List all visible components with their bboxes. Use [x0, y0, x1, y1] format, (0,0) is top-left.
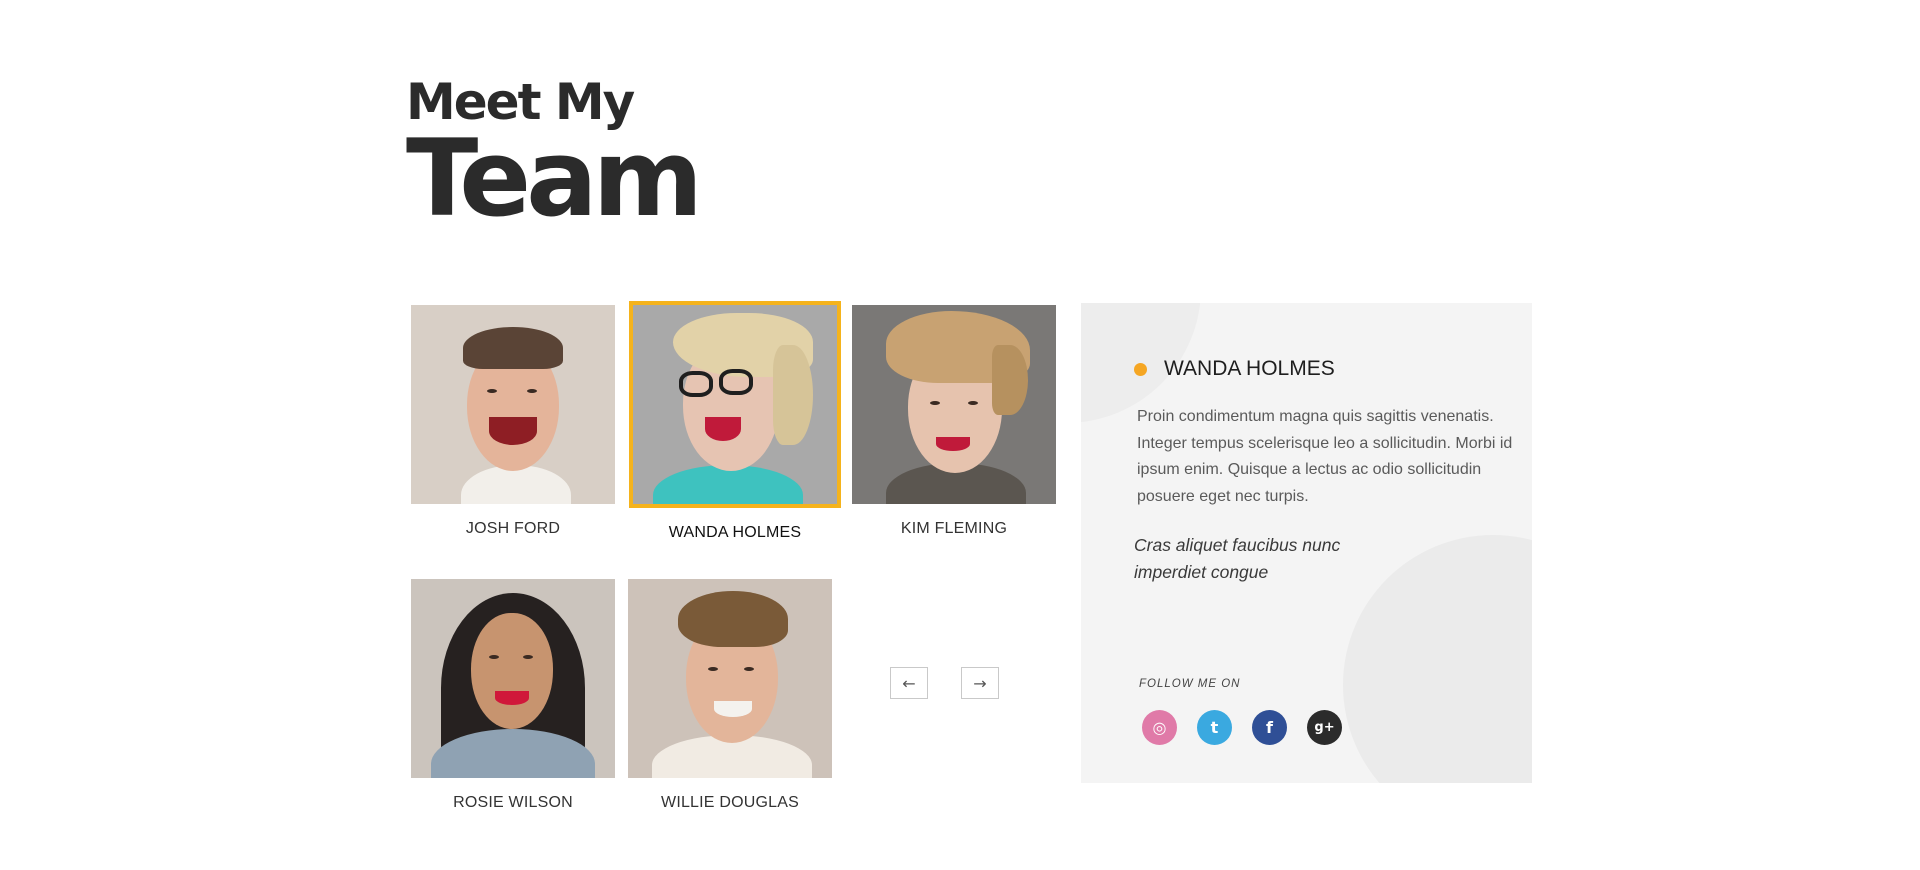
team-member-rosie-wilson[interactable]: ROSIE WILSON: [411, 579, 615, 812]
member-photo[interactable]: [411, 305, 615, 504]
follow-label: FOLLOW ME ON: [1139, 678, 1241, 690]
detail-member-name: WANDA HOLMES: [1164, 357, 1335, 380]
bullet-dot-icon: [1134, 362, 1147, 376]
detail-title: WANDA HOLMES: [1134, 357, 1335, 381]
team-member-willie-douglas[interactable]: WILLIE DOUGLAS: [628, 579, 832, 812]
member-name: ROSIE WILSON: [453, 794, 573, 811]
section-heading: Meet My Team: [406, 74, 703, 240]
member-detail-panel: WANDA HOLMES Proin condimentum magna qui…: [1081, 303, 1532, 783]
facebook-icon[interactable]: f: [1252, 710, 1287, 745]
member-photo[interactable]: [852, 305, 1056, 504]
twitter-icon[interactable]: t: [1197, 710, 1232, 745]
detail-quote: Cras aliquet faucibus nunc imperdiet con…: [1134, 535, 1341, 582]
arrow-left-icon: ←: [902, 673, 916, 693]
detail-description: Proin condimentum magna quis sagittis ve…: [1137, 408, 1513, 505]
member-photo[interactable]: [411, 579, 615, 778]
member-name: WANDA HOLMES: [668, 524, 802, 541]
team-member-josh-ford[interactable]: JOSH FORD: [411, 305, 615, 538]
member-photo[interactable]: [628, 579, 832, 778]
member-name: WILLIE DOUGLAS: [661, 794, 799, 811]
decorative-circle: [1343, 535, 1532, 783]
next-arrow-button[interactable]: →: [961, 667, 999, 699]
member-photo[interactable]: [629, 301, 841, 508]
google-plus-icon[interactable]: g+: [1307, 710, 1342, 745]
dribbble-icon[interactable]: ◎: [1142, 710, 1177, 745]
social-links: ◎ t f g+: [1142, 710, 1342, 745]
heading-line-2: Team: [406, 117, 703, 240]
member-name: JOSH FORD: [465, 520, 561, 537]
team-member-kim-fleming[interactable]: KIM FLEMING: [852, 305, 1056, 538]
prev-arrow-button[interactable]: ←: [890, 667, 928, 699]
arrow-right-icon: →: [973, 673, 987, 693]
member-name: KIM FLEMING: [900, 520, 1008, 537]
team-member-wanda-holmes[interactable]: WANDA HOLMES: [629, 301, 841, 542]
